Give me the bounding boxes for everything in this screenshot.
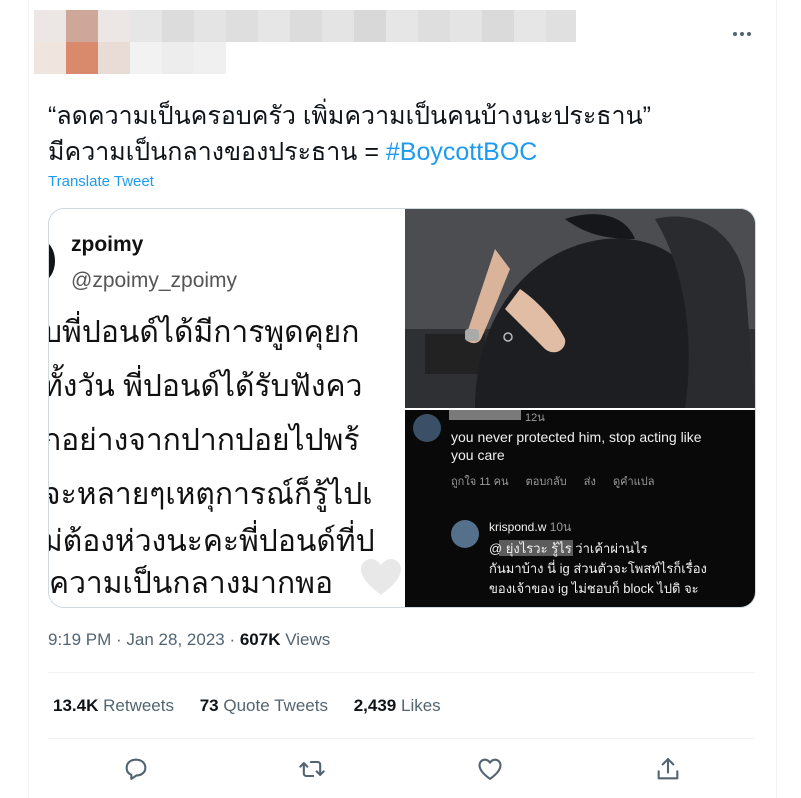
tweet-time[interactable]: 9:19 PM [48,630,111,649]
comment-2-user: krispond.w 10น [489,518,571,536]
tweet-timestamp: 9:19 PM · Jan 28, 2023 · 607K Views [48,630,331,649]
quoted-line-3: กอย่างจากปากปอยไปพร้ [49,424,360,457]
more-dots-icon[interactable] [730,24,754,44]
comment-2-text-3: ของเจ้าของ ig ไม่ชอบก็ block ไปดิ จะ [489,581,699,596]
likes-label: Likes [400,696,441,715]
retweet-icon[interactable] [298,755,326,783]
retweets-stat[interactable]: 13.4K Retweets [53,696,174,715]
comment-1-text-2: you care [451,447,505,463]
reply-icon[interactable] [122,755,150,783]
media-image-hug-photo[interactable] [405,209,755,408]
tweet-date[interactable]: Jan 28, 2023 [126,630,224,649]
redacted-username [449,410,521,420]
media-image-comments-screenshot[interactable]: 12น you never protected him, stop acting… [405,410,755,607]
tweet-text: “ลดความเป็นครอบครัว เพิ่มความเป็นคนบ้างน… [48,98,758,170]
tweet-text-line-1: “ลดความเป็นครอบครัว เพิ่มความเป็นคนบ้างน… [48,102,652,130]
retweets-count: 13.4K [53,696,99,715]
quoted-avatar [49,241,55,281]
quotes-label: Quote Tweets [223,696,328,715]
media-image-quote-screenshot[interactable]: zpoimy @zpoimy_zpoimy ับพี่ปอนด์ได้มีการ… [49,209,403,607]
comment-2-username: krispond.w [489,520,547,534]
share-icon[interactable] [654,755,682,783]
comment-1-text-1: you never protected him, stop acting lik… [451,429,702,445]
comment-1-time: 12น [525,412,545,424]
quoted-name: zpoimy [71,233,144,256]
timeline-border-right [776,0,777,798]
comment-1-translate: ดูคำแปล [612,476,655,488]
translate-tweet-link[interactable]: Translate Tweet [48,173,154,190]
comment-2-text-2: กันมาบ้าง นี่ ig ส่วนตัวจะโพสท์ไรก็เรื่อ… [489,561,707,576]
quote-tweets-stat[interactable]: 73 Quote Tweets [200,696,328,715]
comment-1-likes: ถูกใจ 11 คน [451,476,509,488]
divider [48,738,754,739]
views-count: 607K [239,630,281,649]
krispond-avatar [451,520,479,548]
quoted-line-6: ความเป็นกลางมากพอ [49,567,333,600]
views-label: Views [285,630,331,649]
comment-1-actions: ถูกใจ 11 คน ตอบกลับ ส่ง ดูคำแปล [451,472,668,490]
tweet-text-line-2-prefix: มีความเป็นกลางของประธาน = [48,138,386,166]
hashtag-link[interactable]: #BoycottBOC [386,138,537,166]
comment-2-time: 10น [549,520,572,534]
quoted-line-5: ม่ต้องห่วงนะคะพี่ปอนด์ที่ป [49,525,375,558]
hug-photo-illustration [405,209,755,408]
quoted-line-1: ับพี่ปอนด์ได้มีการพูดคุยก [49,316,360,349]
tweet-stats: 13.4K Retweets 73 Quote Tweets 2,439 Lik… [53,696,462,716]
commenter-avatar [413,414,441,442]
quoted-line-2: ทั้งวัน พี่ปอนด์ได้รับฟังคว [49,370,363,403]
comment-1-send: ส่ง [583,476,596,488]
quotes-count: 73 [199,696,219,715]
heart-emoji-icon [361,559,401,595]
comment-2-text-1: @ ยุ่งไรวะ รู้ไร ว่าเค้าผ่านไร [489,541,648,556]
comment-1-reply: ตอบกลับ [525,476,567,488]
divider [48,672,754,673]
tweet-text-line-2: มีความเป็นกลางของประธาน = #BoycottBOC [48,134,758,170]
timeline-border-left [28,0,29,798]
quoted-line-4: จะหลายๆเหตุการณ์ก็รู้ไปเ [49,478,373,511]
likes-stat[interactable]: 2,439 Likes [354,696,441,715]
retweets-label: Retweets [103,696,174,715]
heart-icon[interactable] [476,755,504,783]
tweet-media[interactable]: zpoimy @zpoimy_zpoimy ับพี่ปอนด์ได้มีการ… [48,208,756,608]
likes-count: 2,439 [353,696,397,715]
quoted-handle: @zpoimy_zpoimy [71,269,238,292]
